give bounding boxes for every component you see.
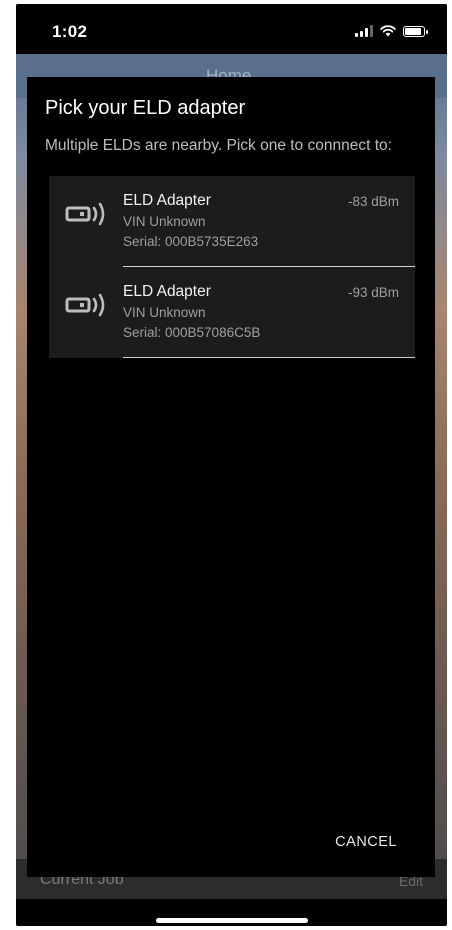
adapter-serial: Serial: 000B5735E263 (123, 234, 259, 249)
adapter-name: ELD Adapter (123, 192, 211, 209)
wifi-icon (380, 25, 396, 37)
dialog-title: Pick your ELD adapter (45, 97, 246, 119)
signal-icon (355, 25, 373, 37)
eld-adapter-icon (65, 202, 105, 226)
pick-eld-dialog: Pick your ELD adapter Multiple ELDs are … (27, 77, 435, 877)
phone-screen: Home Current Job Edit 1:02 Pick your ELD… (16, 4, 447, 926)
status-time: 1:02 (52, 22, 88, 41)
battery-icon (403, 25, 428, 37)
cancel-button[interactable]: CANCEL (335, 834, 397, 850)
dialog-subtitle: Multiple ELDs are nearby. Pick one to co… (45, 137, 392, 154)
adapter-vin: VIN Unknown (123, 305, 206, 320)
status-icons (355, 24, 428, 38)
adapter-signal-strength: -93 dBm (347, 285, 399, 300)
adapter-signal-strength: -83 dBm (347, 194, 399, 209)
eld-adapter-icon (65, 293, 105, 317)
home-indicator[interactable] (156, 918, 308, 923)
adapter-serial: Serial: 000B57086C5B (123, 325, 261, 340)
adapter-list-item[interactable]: ELD Adapter VIN Unknown Serial: 000B5708… (49, 267, 415, 358)
adapter-list: ELD Adapter VIN Unknown Serial: 000B5735… (49, 176, 415, 358)
list-divider (123, 357, 415, 358)
adapter-list-item[interactable]: ELD Adapter VIN Unknown Serial: 000B5735… (49, 176, 415, 267)
status-bar: 1:02 (16, 4, 447, 54)
adapter-vin: VIN Unknown (123, 214, 206, 229)
adapter-name: ELD Adapter (123, 283, 211, 300)
